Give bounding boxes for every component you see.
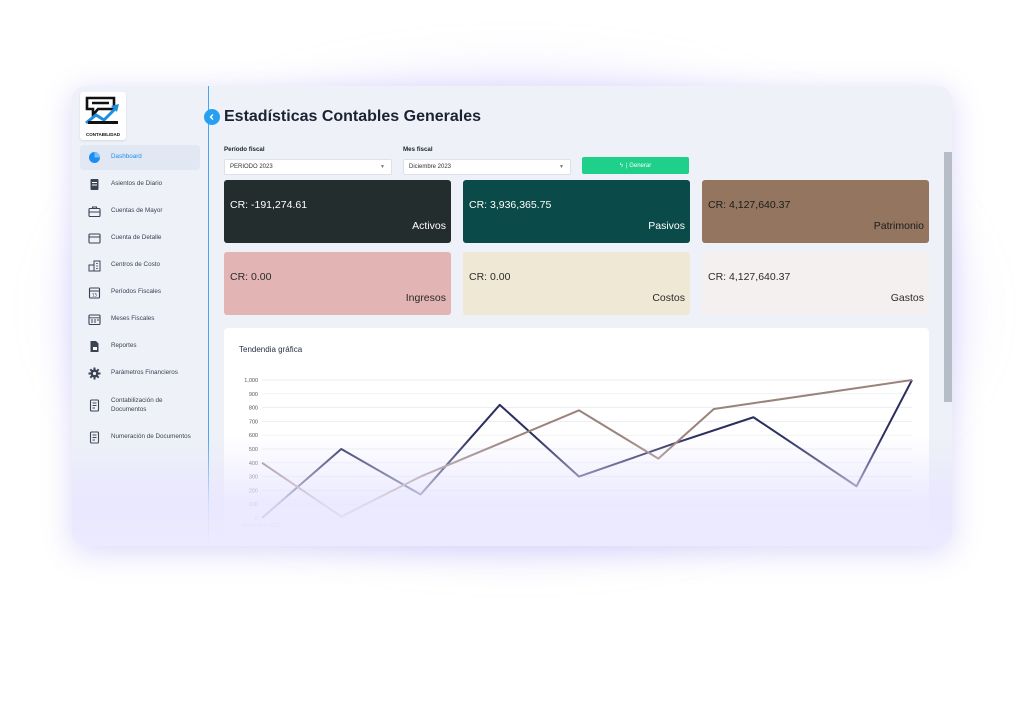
logo-text: CONTABILIDAD — [86, 132, 120, 137]
mes-fiscal-select[interactable]: Diciembre 2023 ▼ — [403, 159, 571, 175]
bolt-icon: ϟ — [619, 162, 623, 169]
page-scrollbar[interactable] — [944, 152, 952, 402]
document-icon — [89, 431, 100, 444]
collapse-sidebar-button[interactable] — [204, 109, 220, 125]
sidebar-item-label: Centros de Costo — [111, 261, 161, 269]
card-amount: CR: 0.00 — [230, 271, 272, 283]
svg-text:15: 15 — [92, 292, 98, 297]
gear-icon — [88, 367, 101, 380]
chevron-down-icon: ▼ — [559, 164, 564, 170]
sidebar-nav: Dashboard Asientos de Diario Cuentas de … — [80, 145, 200, 452]
patrimonio-card: CR: 4,127,640.37 Patrimonio — [702, 180, 929, 243]
y-tick-label: 900 — [249, 392, 258, 398]
sidebar-item-dashboard[interactable]: Dashboard — [80, 145, 200, 170]
trend-chart: 0 100 200 300 400 500 600 700 800 900 1,000 Diciemb… — [242, 378, 913, 529]
sidebar-item-label: Meses Fiscales — [111, 315, 155, 323]
activos-card: CR: -191,274.61 Activos — [224, 180, 451, 243]
pie-chart-icon — [89, 152, 100, 163]
journal-icon — [90, 179, 99, 190]
card-amount: CR: 4,127,640.37 — [708, 271, 791, 283]
y-tick-label: 300 — [249, 475, 258, 481]
sidebar-item-label: Contabilización de Documentos — [111, 397, 163, 413]
app-window: CONTABILIDAD Dashboard Asientos de Diari… — [72, 86, 952, 546]
generate-button[interactable]: ϟ | Generar — [582, 157, 689, 174]
x-tick-label: Diciembre 2023 — [242, 523, 281, 529]
pasivos-card: CR: 3,936,365.75 Pasivos — [463, 180, 690, 243]
sidebar-item-cuenta-detalle[interactable]: Cuenta de Detalle — [80, 226, 200, 251]
trend-chart-panel: Tendendia gráfica 0 100 200 300 400 500 600 700… — [224, 328, 929, 546]
card-amount: CR: 3,936,365.75 — [469, 199, 552, 211]
sidebar-item-cuentas-mayor[interactable]: Cuentas de Mayor — [80, 199, 200, 224]
y-tick-label: 800 — [249, 406, 258, 412]
sidebar-item-label: Parámetros Financieros — [111, 369, 178, 377]
main-content: Estadísticas Contables Generales Período… — [222, 86, 952, 546]
ingresos-card: CR: 0.00 Ingresos — [224, 252, 451, 315]
card-name: Pasivos — [648, 220, 685, 232]
card-name: Activos — [412, 220, 446, 232]
sidebar-item-label: Cuenta de Detalle — [111, 234, 162, 242]
sidebar-item-periodos-fiscales[interactable]: 15 Períodos Fiscales — [80, 280, 200, 305]
card-name: Costos — [652, 292, 685, 304]
y-tick-label: 400 — [249, 461, 258, 467]
card-amount: CR: 4,127,640.37 — [708, 199, 791, 211]
y-tick-label: 700 — [249, 419, 258, 425]
card-amount: CR: -191,274.61 — [230, 199, 308, 211]
mes-fiscal-value: Diciembre 2023 — [409, 164, 452, 170]
sidebar: CONTABILIDAD Dashboard Asientos de Diari… — [72, 86, 209, 546]
document-icon — [89, 399, 100, 412]
series-line-2 — [261, 379, 913, 518]
mes-fiscal-label: Mes fiscal — [403, 146, 433, 153]
app-logo[interactable]: CONTABILIDAD — [80, 92, 126, 140]
card-name: Gastos — [890, 292, 924, 304]
sidebar-item-label: Períodos Fiscales — [111, 288, 162, 296]
sidebar-item-parametros[interactable]: Parámetros Financieros — [80, 361, 200, 386]
card-name: Ingresos — [405, 292, 446, 304]
sidebar-item-centros-costo[interactable]: Centros de Costo — [80, 253, 200, 278]
page-title: Estadísticas Contables Generales — [224, 108, 481, 125]
sidebar-item-label: Dashboard — [111, 153, 142, 161]
periodo-fiscal-select[interactable]: PERIODO 2023 ▼ — [224, 159, 392, 175]
calendar-grid-icon — [88, 314, 101, 326]
buildings-icon — [88, 260, 101, 272]
sidebar-item-asientos[interactable]: Asientos de Diario — [80, 172, 200, 197]
card-name: Patrimonio — [873, 220, 924, 232]
chevron-left-icon — [209, 114, 214, 120]
costos-card: CR: 0.00 Costos — [463, 252, 690, 315]
chevron-down-icon: ▼ — [380, 164, 385, 170]
sidebar-item-label: Cuentas de Mayor — [111, 207, 163, 215]
gastos-card: CR: 4,127,640.37 Gastos — [702, 252, 929, 315]
briefcase-icon — [88, 206, 101, 218]
report-icon — [90, 341, 99, 352]
periodo-fiscal-label: Período fiscal — [224, 146, 265, 153]
card-icon — [88, 233, 101, 244]
y-tick-label: 600 — [249, 433, 258, 439]
logo-mark-icon — [85, 96, 119, 125]
sidebar-item-meses-fiscales[interactable]: Meses Fiscales — [80, 307, 200, 332]
calendar-icon: 15 — [88, 287, 101, 299]
sidebar-item-numeracion[interactable]: Numeración de Documentos — [80, 425, 200, 450]
y-tick-label: 500 — [249, 447, 258, 453]
periodo-fiscal-value: PERIODO 2023 — [230, 164, 273, 170]
y-tick-label: 100 — [249, 502, 258, 508]
generate-label: | Generar — [625, 162, 652, 169]
card-amount: CR: 0.00 — [469, 271, 511, 283]
sidebar-item-label: Numeración de Documentos — [111, 433, 191, 441]
sidebar-item-reportes[interactable]: Reportes — [80, 334, 200, 359]
y-tick-label: 0 — [255, 516, 258, 522]
sidebar-item-label: Reportes — [111, 342, 137, 350]
y-tick-label: 1,000 — [244, 378, 258, 384]
y-tick-label: 200 — [249, 488, 258, 494]
sidebar-item-label: Asientos de Diario — [111, 180, 163, 188]
sidebar-item-contabilizacion[interactable]: Contabilización de Documentos — [80, 388, 200, 423]
